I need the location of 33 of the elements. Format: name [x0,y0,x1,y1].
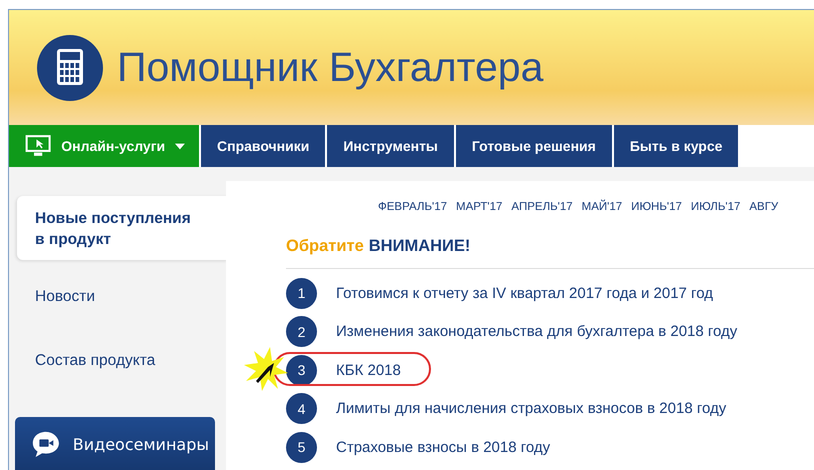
calculator-logo-icon [37,34,103,100]
nav-link[interactable]: Справочники [201,125,326,167]
video-chat-icon [31,429,61,460]
nav-link[interactable]: Быть в курсе [614,125,738,167]
attention-lead: Обратите [286,237,364,256]
article-link[interactable]: Готовимся к отчету за IV квартал 2017 года и 2017 год [336,284,713,302]
month-link[interactable]: ИЮЛЬ'17 [690,201,740,213]
video-seminars-button[interactable]: Видеосеминары [15,417,215,470]
sidebar-item[interactable]: Новые поступления в продукт [17,196,228,260]
month-link[interactable]: МАЙ'17 [582,201,622,213]
sidebar-item[interactable]: Состав продукта [17,324,228,388]
caret-icon [175,142,185,150]
month-link[interactable]: МАРТ'17 [456,201,502,213]
month-link[interactable]: ИЮНЬ'17 [631,201,682,213]
article-link[interactable]: КБК 2018 [336,362,401,379]
number-badge: 1 [286,278,317,309]
number-badge: 2 [286,316,317,348]
month-link[interactable]: АПРЕЛЬ'17 [511,201,573,213]
article-link[interactable]: Изменения законодательства для бухгалтера в 2018 году [336,323,738,340]
attention-heading: ВНИМАНИЕ! [368,237,470,256]
sidebar-item[interactable]: Новости [17,260,228,324]
nav-link[interactable]: Готовые решения [456,125,612,167]
number-badge: 3 [286,354,317,386]
online-services-menu[interactable]: Онлайн-услуги [9,125,199,167]
article-link[interactable]: Лимиты для начисления страховых взносов в 2018 году [336,400,726,418]
site-title: Помощник Бухгалтера [117,44,544,91]
nav-link[interactable]: Инструменты [327,125,454,167]
monitor-cursor-icon [25,133,52,159]
month-link[interactable]: ФЕВРАЛЬ'17 [378,201,447,213]
number-badge: 4 [286,393,317,424]
article-link[interactable]: Страховые взносы в 2018 году [336,438,550,456]
number-badge: 5 [286,432,317,463]
month-link[interactable]: АВГУ [749,201,778,213]
